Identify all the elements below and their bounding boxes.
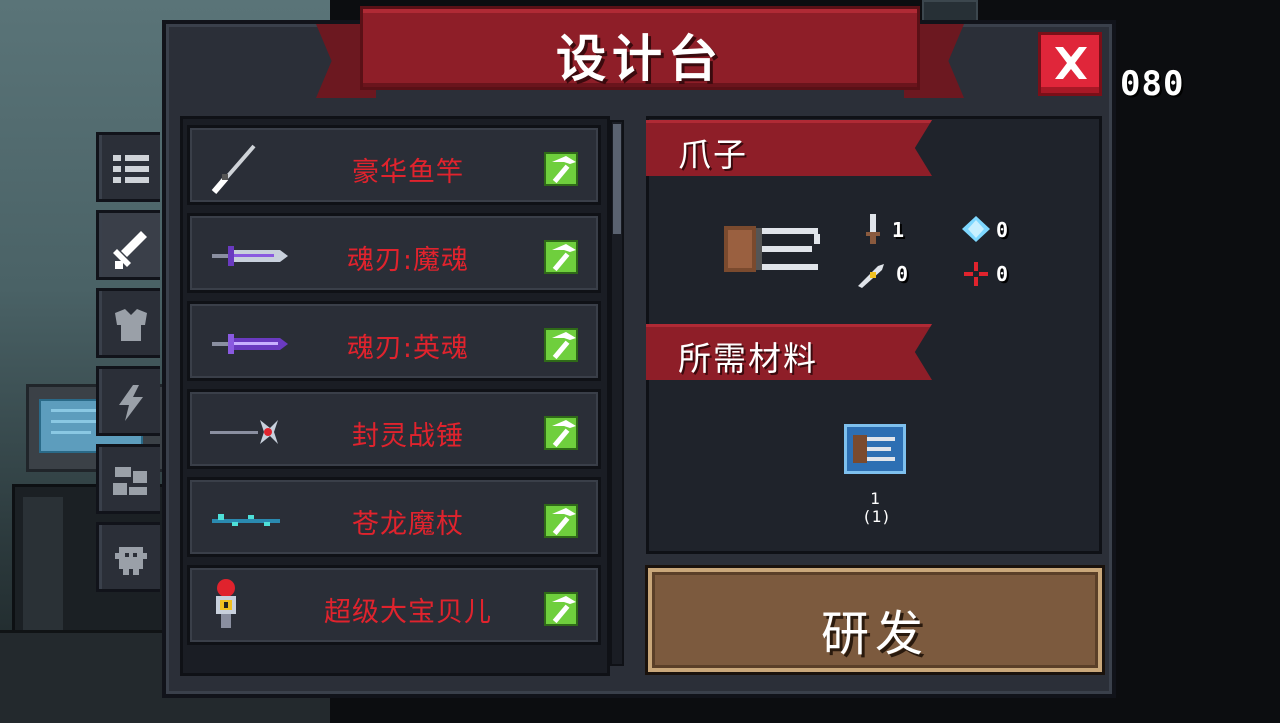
accuracy-value: 0 xyxy=(996,262,1009,286)
craft-available-icon xyxy=(544,240,578,274)
craft-available-icon xyxy=(544,504,578,538)
dark-blade-icon xyxy=(212,246,288,266)
crit-icon xyxy=(858,264,884,288)
list-icon xyxy=(113,155,149,183)
item-name: 魂刃:英魂 xyxy=(346,333,470,364)
material-count: 1 (1) xyxy=(862,489,891,526)
scroll-thumb[interactable] xyxy=(613,124,621,234)
item-name: 魂刃:魔魂 xyxy=(346,245,470,276)
close-button[interactable] xyxy=(1038,32,1102,96)
list-item[interactable]: 魂刃:英魂 xyxy=(187,301,601,381)
page-title: 设计台 xyxy=(556,30,724,88)
armor-icon xyxy=(115,309,147,341)
weapon-icon xyxy=(113,231,147,269)
fishing-rod-icon xyxy=(211,144,256,194)
craft-available-icon xyxy=(544,328,578,362)
research-label: 研发 xyxy=(820,606,929,662)
damage-icon xyxy=(866,214,880,244)
claw-icon xyxy=(724,226,820,272)
list-item[interactable]: 封灵战锤 xyxy=(187,389,601,469)
item-name: 封灵战锤 xyxy=(352,421,464,452)
craft-available-icon xyxy=(544,152,578,186)
tab-armor[interactable] xyxy=(96,288,160,358)
tab-materials[interactable] xyxy=(96,444,160,514)
item-name: 豪华鱼竿 xyxy=(352,157,464,188)
accuracy-icon xyxy=(964,262,988,286)
crit-value: 0 xyxy=(896,262,909,286)
selected-item-name: 爪子 xyxy=(678,135,748,174)
energy-icon xyxy=(962,216,990,242)
craft-available-icon xyxy=(544,416,578,450)
item-name: 超级大宝贝儿 xyxy=(324,597,492,628)
energy-value: 0 xyxy=(996,218,1009,242)
close-icon xyxy=(1055,47,1087,79)
list-item[interactable]: 豪华鱼竿 xyxy=(187,125,601,205)
claw-blueprint-icon[interactable] xyxy=(844,424,906,474)
tab-weapons[interactable] xyxy=(96,210,160,280)
tab-list[interactable] xyxy=(96,132,160,202)
materials-banner: 所需材料 xyxy=(646,324,932,380)
lightning-icon xyxy=(119,385,143,421)
craft-available-icon xyxy=(544,592,578,626)
coin-counter: 080 xyxy=(1120,64,1185,104)
list-item[interactable]: 魂刃:魔魂 xyxy=(187,213,601,293)
tab-skills[interactable] xyxy=(96,366,160,436)
title-banner: 设计台 xyxy=(316,6,964,104)
list-item[interactable]: 苍龙魔杖 xyxy=(187,477,601,557)
bomb-robot-icon xyxy=(216,579,236,628)
materials-heading: 所需材料 xyxy=(678,339,818,378)
damage-value: 1 xyxy=(892,218,905,242)
research-button[interactable]: 研发 xyxy=(648,568,1102,672)
item-name: 苍龙魔杖 xyxy=(352,509,464,540)
warhammer-icon xyxy=(210,420,278,444)
blueprint-list[interactable]: 豪华鱼竿 魂刃:魔魂 魂刃:英魂 封灵战锤 苍龙魔杖 超级大宝贝儿 xyxy=(180,116,610,676)
purple-blade-icon xyxy=(212,334,288,354)
list-item[interactable]: 超级大宝贝儿 xyxy=(187,565,601,645)
item-name-banner: 爪子 xyxy=(646,120,932,176)
tab-pets[interactable] xyxy=(96,522,160,592)
list-scrollbar[interactable] xyxy=(610,120,624,666)
pet-icon xyxy=(115,547,147,575)
material-icon xyxy=(113,467,147,495)
dragon-staff-icon xyxy=(212,514,280,526)
